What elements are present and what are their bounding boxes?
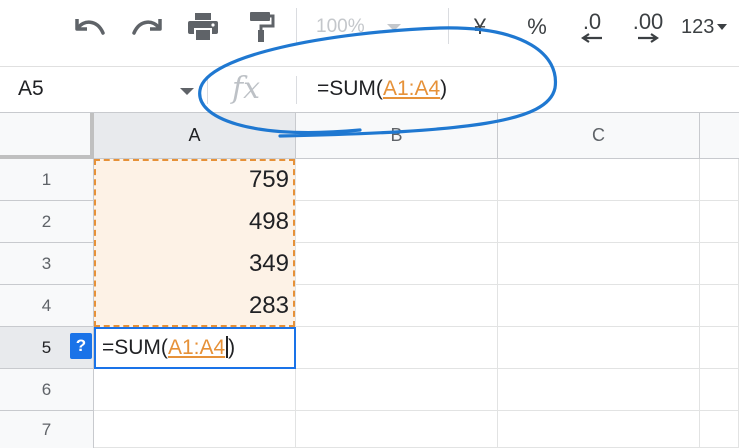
cell-c2[interactable]	[498, 201, 700, 243]
column-header-d[interactable]	[700, 113, 739, 159]
column-header-c[interactable]: C	[498, 113, 700, 159]
cell-a5-editor[interactable]: =SUM(A1:A4)	[94, 327, 296, 369]
more-formats-label: 123	[681, 15, 715, 38]
row-header-7[interactable]: 7	[0, 411, 94, 448]
column-header-a[interactable]: A	[94, 113, 296, 159]
cell-b6[interactable]	[296, 369, 498, 411]
formula-bar-divider	[207, 76, 208, 104]
toolbar-divider	[296, 8, 297, 44]
arrow-right-icon	[638, 33, 659, 43]
cell-d4[interactable]	[700, 285, 739, 327]
cell-a4[interactable]: 283	[94, 285, 295, 327]
cell-b7[interactable]	[296, 411, 498, 448]
cell-a3[interactable]: 349	[94, 243, 295, 285]
editor-suffix: )	[228, 336, 236, 359]
print-icon	[188, 13, 218, 42]
editor-range-ref: A1:A4	[167, 336, 226, 359]
formula-bar: A5 fx =SUM(A1:A4)	[0, 66, 739, 113]
cell-editor-text[interactable]: =SUM(A1:A4)	[102, 336, 235, 360]
cell-c7[interactable]	[498, 411, 700, 448]
cell-d3[interactable]	[700, 243, 739, 285]
cell-d1[interactable]	[700, 159, 739, 201]
currency-format-button[interactable]: ¥	[465, 8, 495, 46]
cell-b3[interactable]	[296, 243, 498, 285]
cell-b2[interactable]	[296, 201, 498, 243]
chevron-down-icon	[386, 23, 401, 31]
select-all-corner[interactable]	[0, 113, 94, 159]
cell-a7[interactable]	[94, 411, 296, 448]
formula-input[interactable]: =SUM(A1:A4)	[317, 77, 447, 101]
formula-prefix: =SUM(	[317, 77, 383, 100]
chevron-down-icon	[717, 24, 728, 30]
zoom-value: 100%	[316, 16, 365, 37]
row-header-6[interactable]: 6	[0, 369, 94, 411]
decrease-decimal-button[interactable]: .0	[570, 8, 614, 46]
paint-roller-icon	[250, 12, 275, 42]
undo-icon	[75, 19, 105, 35]
toolbar-divider	[448, 8, 449, 44]
print-button[interactable]	[183, 8, 223, 46]
cell-c6[interactable]	[498, 369, 700, 411]
cell-b4[interactable]	[296, 285, 498, 327]
cell-d6[interactable]	[700, 369, 739, 411]
more-formats-button[interactable]: 123	[681, 8, 739, 46]
row-header-2[interactable]: 2	[0, 201, 94, 243]
formula-range-ref: A1:A4	[382, 77, 441, 100]
toolbar: 100% ¥ % .0 .00 123	[0, 0, 739, 66]
cell-a2[interactable]: 498	[94, 201, 295, 243]
cell-c4[interactable]	[498, 285, 700, 327]
decrease-decimal-label: .0	[582, 9, 602, 34]
formula-bar-divider	[296, 76, 297, 104]
increase-decimal-button[interactable]: .00	[626, 8, 670, 46]
undo-button[interactable]	[70, 8, 110, 46]
cell-d2[interactable]	[700, 201, 739, 243]
fx-icon: fx	[232, 71, 261, 106]
cell-a1[interactable]: 759	[94, 159, 295, 201]
formula-help-button[interactable]: ?	[70, 333, 92, 359]
cell-d5[interactable]	[700, 327, 739, 369]
row-header-1[interactable]: 1	[0, 159, 94, 201]
row-header-3[interactable]: 3	[0, 243, 94, 285]
row-header-4[interactable]: 4	[0, 285, 94, 327]
cell-a6[interactable]	[94, 369, 296, 411]
column-header-b[interactable]: B	[296, 113, 498, 159]
cell-c5[interactable]	[498, 327, 700, 369]
name-box[interactable]: A5	[18, 77, 44, 101]
paint-format-button[interactable]	[241, 8, 281, 46]
zoom-select[interactable]: 100%	[316, 8, 434, 46]
cell-b5[interactable]	[296, 327, 498, 369]
cell-b1[interactable]	[296, 159, 498, 201]
editor-prefix: =SUM(	[102, 336, 168, 359]
increase-decimal-label: .00	[632, 9, 664, 34]
cell-c3[interactable]	[498, 243, 700, 285]
redo-button[interactable]	[126, 8, 168, 46]
arrow-left-icon	[581, 33, 602, 43]
cell-d7[interactable]	[700, 411, 739, 448]
formula-suffix: )	[440, 77, 448, 100]
percent-format-button[interactable]: %	[522, 8, 552, 46]
cell-c1[interactable]	[498, 159, 700, 201]
chevron-down-icon[interactable]	[180, 88, 194, 95]
redo-icon	[132, 19, 162, 35]
spreadsheet-grid: A B C 1 2 3 4 5 6 7 759 498 349 283 =SUM…	[0, 113, 739, 448]
